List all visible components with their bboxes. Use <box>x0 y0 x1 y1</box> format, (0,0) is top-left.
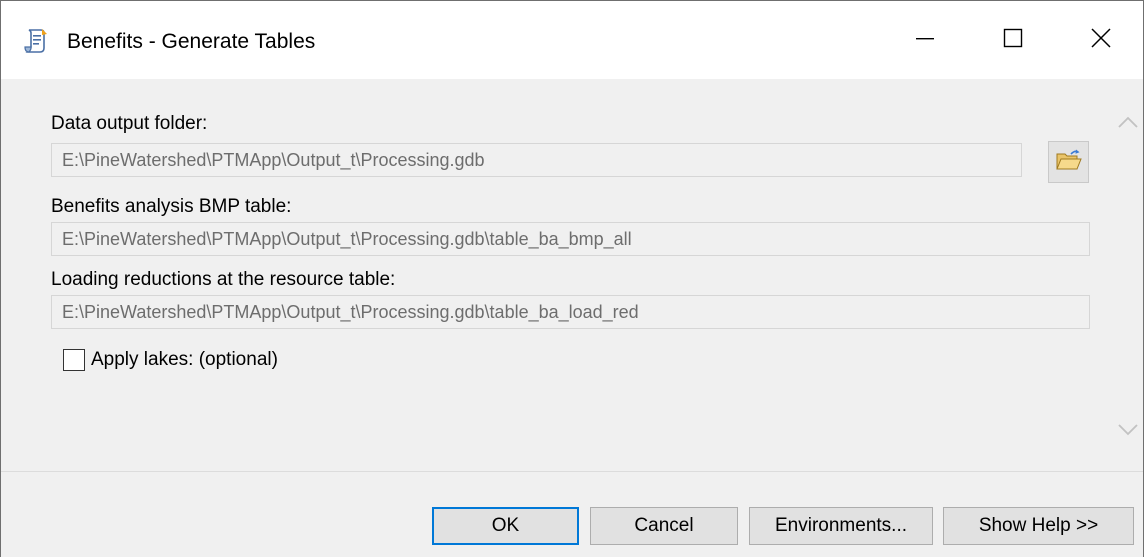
window-title: Benefits - Generate Tables <box>67 30 316 53</box>
scroll-down-icon[interactable] <box>1116 417 1140 441</box>
loading-table-label: Loading reductions at the resource table… <box>51 269 396 290</box>
scroll-up-icon[interactable] <box>1116 111 1140 135</box>
close-icon <box>1090 27 1112 54</box>
maximize-icon <box>1003 28 1023 53</box>
output-folder-label: Data output folder: <box>51 113 208 134</box>
button-bar: OK Cancel Environments... Show Help >> <box>1 471 1143 557</box>
close-button[interactable] <box>1057 1 1144 79</box>
dialog-window: Benefits - Generate Tables Data output f… <box>0 0 1144 557</box>
title-bar[interactable]: Benefits - Generate Tables <box>1 1 1143 79</box>
minimize-icon <box>915 28 935 53</box>
open-folder-icon <box>1055 148 1082 177</box>
apply-lakes-row[interactable]: Apply lakes: (optional) <box>63 347 278 373</box>
apply-lakes-checkbox[interactable] <box>63 349 85 371</box>
apply-lakes-label: Apply lakes: (optional) <box>91 349 278 370</box>
parameters-panel: Data output folder: E:\PineWatershed\PTM… <box>11 79 1111 471</box>
vertical-scrollbar[interactable] <box>1112 79 1143 471</box>
show-help-button[interactable]: Show Help >> <box>943 507 1134 545</box>
browse-folder-button[interactable] <box>1048 141 1089 183</box>
maximize-button[interactable] <box>969 1 1057 79</box>
output-folder-input[interactable]: E:\PineWatershed\PTMApp\Output_t\Process… <box>51 143 1022 177</box>
bmp-table-label: Benefits analysis BMP table: <box>51 196 292 217</box>
minimize-button[interactable] <box>881 1 969 79</box>
environments-button[interactable]: Environments... <box>749 507 933 545</box>
loading-table-input[interactable]: E:\PineWatershed\PTMApp\Output_t\Process… <box>51 295 1090 329</box>
ok-button[interactable]: OK <box>432 507 579 545</box>
bmp-table-input[interactable]: E:\PineWatershed\PTMApp\Output_t\Process… <box>51 222 1090 256</box>
cancel-button[interactable]: Cancel <box>590 507 738 545</box>
script-tool-icon <box>22 27 50 55</box>
